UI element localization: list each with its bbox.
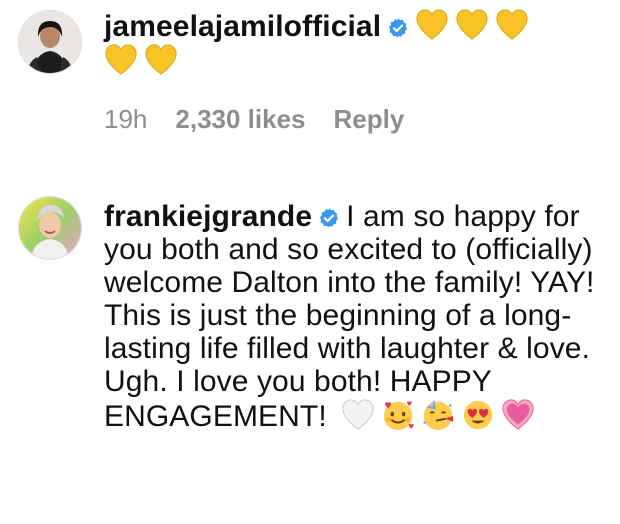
comment-jameelajamil: jameelajamilofficial 19h 2,330 likes Rep…	[0, 0, 620, 150]
yellow-heart-icon	[455, 8, 489, 42]
reply-button[interactable]: Reply	[334, 104, 405, 135]
timestamp: 19h	[104, 104, 148, 134]
username[interactable]: frankiejgrande	[104, 200, 312, 233]
yellow-heart-icon	[104, 43, 138, 77]
comment-meta: 19h 2,330 likes Reply	[104, 104, 404, 135]
username[interactable]: jameelajamilofficial	[104, 10, 381, 43]
verified-badge-icon	[387, 17, 409, 39]
heart-eyes-icon	[461, 398, 495, 432]
yellow-heart-icon	[415, 8, 449, 42]
verified-badge-icon	[318, 207, 340, 229]
partying-face-icon	[421, 398, 455, 432]
white-heart-icon	[341, 398, 375, 432]
smiling-face-with-hearts-icon	[381, 398, 415, 432]
comment-frankiejgrande: frankiejgrande I am so happy for you both…	[0, 190, 620, 524]
yellow-heart-icon	[144, 43, 178, 77]
avatar[interactable]	[18, 10, 82, 74]
avatar-image	[19, 11, 81, 73]
avatar-image	[19, 197, 81, 259]
avatar[interactable]	[18, 196, 82, 260]
likes-count[interactable]: 2,330 likes	[175, 104, 305, 135]
comment-body: jameelajamilofficial	[104, 8, 610, 78]
yellow-heart-icon	[495, 8, 529, 42]
comment-body: frankiejgrande I am so happy for you both…	[104, 200, 610, 433]
growing-heart-icon	[501, 398, 535, 432]
